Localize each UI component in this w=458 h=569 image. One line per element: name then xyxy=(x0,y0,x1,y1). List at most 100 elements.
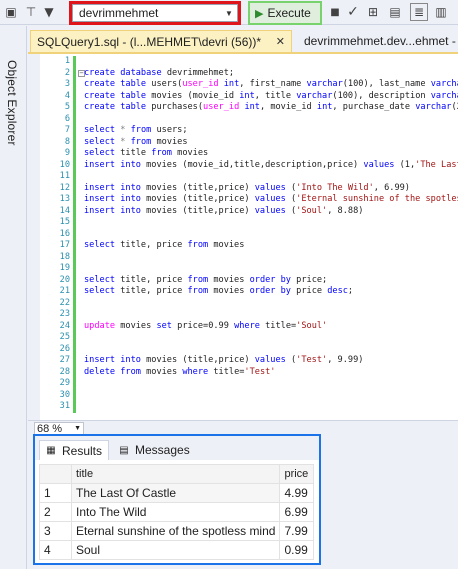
results-tabbar: ▦ Results ▤ Messages xyxy=(35,436,319,460)
change-marker xyxy=(73,67,76,79)
table-row[interactable]: 1 The Last Of Castle 4.99 xyxy=(39,483,315,503)
line-number: 14 xyxy=(59,205,70,216)
code-line-31: 31 xyxy=(40,401,458,413)
code-line-19: 19 xyxy=(40,263,458,275)
code-line-25: 25 xyxy=(40,332,458,344)
code-line-23: 23 xyxy=(40,309,458,321)
cell-title[interactable]: The Last Of Castle xyxy=(70,483,281,503)
column-header-price[interactable]: price xyxy=(279,464,315,484)
line-number: 20 xyxy=(59,274,70,285)
change-marker xyxy=(73,217,76,229)
query-plan-icon[interactable]: ⊞ xyxy=(364,3,382,21)
code-line-28: 28 delete from movies where title='Test' xyxy=(40,366,458,378)
tab-results[interactable]: ▦ Results xyxy=(39,440,109,460)
parse-checkmark-icon[interactable]: ✓ xyxy=(344,3,362,21)
filter-icon[interactable]: ▼ xyxy=(40,3,58,21)
line-number: 26 xyxy=(59,343,70,354)
tab-sqlquery1[interactable]: SQLQuery1.sql - (l...MEHMET\devri (56))*… xyxy=(30,30,292,52)
object-explorer-strip: Object Explorer xyxy=(0,26,27,569)
change-marker xyxy=(73,194,76,206)
line-number: 27 xyxy=(59,355,70,365)
editor-margin xyxy=(28,54,40,420)
line-number: 6 xyxy=(64,113,70,124)
toolbar: ▣ ⊤ ▼ devrimmehmet ▼ ▶ Execute ■ ✓ ⊞ ▤ ≣… xyxy=(0,0,458,25)
table-row[interactable]: 2 Into The Wild 6.99 xyxy=(39,502,315,522)
table-row[interactable]: 3 Eternal sunshine of the spotless mind … xyxy=(39,521,315,541)
results-to-text-icon[interactable]: ≣ xyxy=(410,3,428,21)
code-line-20: 20 select title, price from movies order … xyxy=(40,274,458,286)
close-icon[interactable]: ✕ xyxy=(276,35,285,48)
line-number: 22 xyxy=(59,297,70,308)
change-marker xyxy=(73,320,76,332)
line-number: 21 xyxy=(59,286,70,296)
save-icon[interactable]: ▣ xyxy=(2,3,20,21)
line-number: 31 xyxy=(59,401,70,411)
change-marker xyxy=(73,79,76,91)
cell-title[interactable]: Eternal sunshine of the spotless mind xyxy=(70,521,281,541)
change-marker xyxy=(73,159,76,171)
line-number: 3 xyxy=(64,79,70,89)
cell-price[interactable]: 0.99 xyxy=(279,540,315,560)
line-number: 4 xyxy=(64,90,70,101)
tab-messages[interactable]: ▤ Messages xyxy=(113,440,191,460)
code-line-12: 12 insert into movies (title,price) value… xyxy=(40,182,458,194)
code-line-7: 7 select * from users; xyxy=(40,125,458,137)
code-line-15: 15 xyxy=(40,217,458,229)
line-number: 9 xyxy=(64,148,70,158)
code-line-21: 21 select title, price from movies order … xyxy=(40,286,458,298)
line-number: 5 xyxy=(64,102,70,112)
object-explorer-tab[interactable]: Object Explorer xyxy=(5,60,19,146)
change-marker xyxy=(73,90,76,102)
line-number: 19 xyxy=(59,263,70,273)
row-number[interactable]: 3 xyxy=(39,521,72,541)
code-line-24: 24 update movies set price=0.99 where tit… xyxy=(40,320,458,332)
change-marker xyxy=(73,343,76,355)
change-marker xyxy=(73,251,76,263)
results-to-file-icon[interactable]: ▥ xyxy=(432,3,450,21)
column-header-title[interactable]: title xyxy=(70,464,281,484)
cell-price[interactable]: 7.99 xyxy=(279,521,315,541)
query-editor[interactable]: 1 2− create database devrimmehmet; 3 creat… xyxy=(28,54,458,420)
line-number: 28 xyxy=(59,366,70,377)
execute-button[interactable]: ▶ Execute xyxy=(248,1,322,25)
grid-header-row: title price xyxy=(39,464,315,484)
tab-results-label: Results xyxy=(62,443,103,458)
table-row[interactable]: 4 Soul 0.99 xyxy=(39,540,315,560)
results-pane: ▦ Results ▤ Messages title price 1 The L… xyxy=(33,434,321,565)
line-number: 1 xyxy=(64,56,70,66)
results-to-grid-icon[interactable]: ▤ xyxy=(386,3,404,21)
tab-devrimmehmet[interactable]: devrimmehmet.dev...ehmet - xyxy=(300,30,458,52)
line-number: 8 xyxy=(64,136,70,147)
cell-price[interactable]: 4.99 xyxy=(279,483,315,503)
change-marker xyxy=(73,113,76,125)
cell-title[interactable]: Into The Wild xyxy=(70,502,281,522)
cell-price[interactable]: 6.99 xyxy=(279,502,315,522)
cell-title[interactable]: Soul xyxy=(70,540,281,560)
database-dropdown[interactable]: devrimmehmet ▼ xyxy=(72,4,238,22)
line-number: 18 xyxy=(59,251,70,262)
change-marker xyxy=(73,182,76,194)
row-number[interactable]: 2 xyxy=(39,502,72,522)
row-number[interactable]: 1 xyxy=(39,483,72,503)
line-number: 11 xyxy=(59,171,70,181)
code-line-30: 30 xyxy=(40,389,458,401)
code-line-14: 14 insert into movies (title,price) value… xyxy=(40,205,458,217)
row-number-header xyxy=(39,464,72,484)
line-number: 23 xyxy=(59,309,70,319)
pin-icon[interactable]: ⊤ xyxy=(22,3,40,21)
change-marker xyxy=(73,125,76,137)
code-line-11: 11 xyxy=(40,171,458,183)
line-number: 24 xyxy=(59,320,70,331)
change-marker xyxy=(73,355,76,367)
code-line-1: 1 xyxy=(40,56,458,68)
row-number[interactable]: 4 xyxy=(39,540,72,560)
stop-icon[interactable]: ■ xyxy=(326,3,344,21)
code-lines: 1 2− create database devrimmehmet; 3 creat… xyxy=(40,56,458,413)
change-marker xyxy=(73,274,76,286)
change-marker xyxy=(73,309,76,321)
line-number: 29 xyxy=(59,378,70,388)
line-number: 12 xyxy=(59,182,70,193)
database-selector-highlight: devrimmehmet ▼ xyxy=(69,1,241,25)
results-grid[interactable]: title price 1 The Last Of Castle 4.99 2 … xyxy=(39,464,315,560)
change-marker xyxy=(73,297,76,309)
